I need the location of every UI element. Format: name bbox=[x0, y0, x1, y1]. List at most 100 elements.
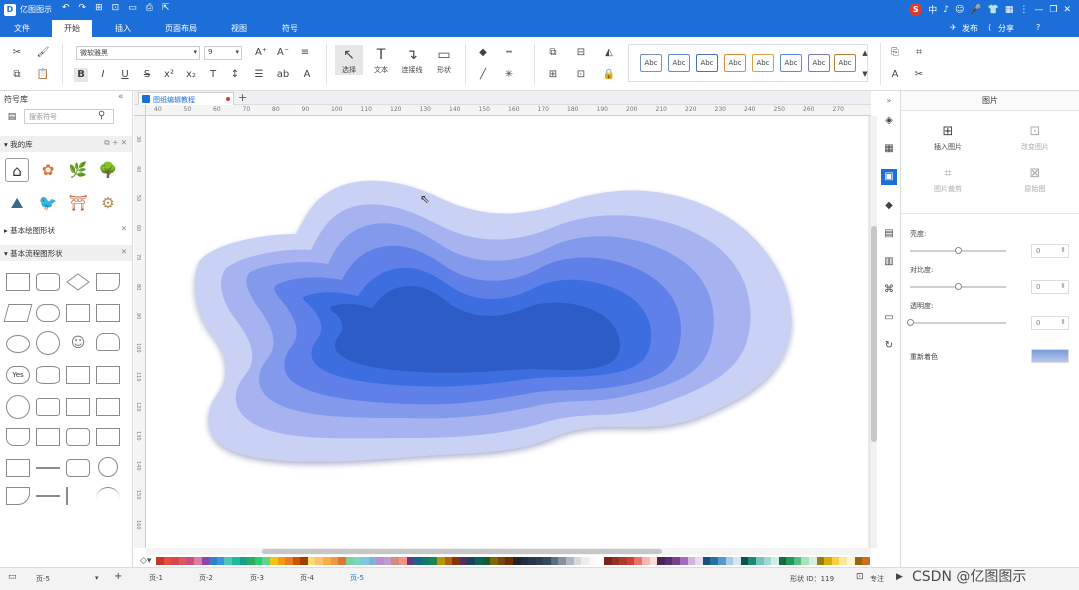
quick-style-2[interactable]: Abc bbox=[668, 54, 690, 72]
ime-toolbox-icon[interactable]: ▦ bbox=[1005, 5, 1014, 15]
collapse-panel-icon[interactable]: « bbox=[118, 92, 124, 102]
undo-icon[interactable]: ↶ bbox=[62, 3, 70, 13]
paste-icon[interactable]: 📋 bbox=[36, 68, 50, 82]
color-swatch[interactable] bbox=[847, 557, 855, 565]
history-panel-icon[interactable]: ↻ bbox=[881, 338, 897, 354]
presentation-panel-icon[interactable]: ▭ bbox=[881, 310, 897, 326]
ime-music-icon[interactable]: ♪ bbox=[943, 5, 949, 15]
color-swatch[interactable] bbox=[459, 557, 468, 565]
flow-manual-op-shape[interactable] bbox=[96, 428, 120, 446]
font-shrink-icon[interactable]: A⁻ bbox=[276, 46, 290, 60]
color-swatch[interactable] bbox=[490, 557, 498, 565]
flow-internal-storage-shape[interactable] bbox=[96, 304, 120, 322]
color-swatch[interactable] bbox=[740, 557, 749, 565]
flow-card-shape[interactable] bbox=[66, 366, 90, 384]
flow-data-shape[interactable] bbox=[3, 304, 33, 322]
category-basic-shapes[interactable]: ▸ 基本绘图形状 ✕ bbox=[0, 222, 132, 238]
color-swatch[interactable] bbox=[778, 557, 787, 565]
color-swatch[interactable] bbox=[535, 557, 544, 565]
color-swatch[interactable] bbox=[763, 557, 772, 565]
save-icon[interactable]: ▭ bbox=[128, 3, 137, 13]
flow-circle-shape[interactable] bbox=[6, 395, 30, 419]
flow-preparation-shape[interactable] bbox=[6, 459, 30, 477]
export-icon[interactable]: ⇱ bbox=[162, 3, 170, 13]
line-color-icon[interactable]: ╱ bbox=[476, 68, 490, 82]
color-swatch[interactable] bbox=[611, 557, 620, 565]
superscript-icon[interactable]: x² bbox=[162, 68, 176, 82]
publish-button[interactable]: 发布 bbox=[962, 23, 978, 34]
color-swatch[interactable] bbox=[505, 557, 513, 565]
quick-style-1[interactable]: Abc bbox=[640, 54, 662, 72]
align-icon[interactable]: ≡ bbox=[298, 46, 312, 60]
transparency-input[interactable]: 0 bbox=[1031, 316, 1069, 330]
page-view-icon[interactable]: ▭ bbox=[8, 572, 17, 582]
underline-icon[interactable]: U bbox=[118, 68, 132, 82]
color-swatch[interactable] bbox=[323, 557, 331, 565]
flow-display-shape[interactable] bbox=[36, 428, 60, 446]
color-swatch[interactable] bbox=[178, 557, 187, 565]
contrast-slider[interactable] bbox=[910, 283, 1006, 290]
color-swatch[interactable] bbox=[695, 557, 703, 565]
color-swatch[interactable] bbox=[725, 557, 734, 565]
color-swatch[interactable] bbox=[307, 557, 316, 565]
color-swatch[interactable] bbox=[664, 557, 673, 565]
color-swatch[interactable] bbox=[831, 557, 840, 565]
color-swatch[interactable] bbox=[186, 557, 194, 565]
minimize-icon[interactable]: — bbox=[1034, 5, 1043, 15]
library-menu-icon[interactable]: ▤ bbox=[5, 110, 19, 124]
search-icon[interactable]: ⚲ bbox=[98, 110, 105, 121]
close-category-icon[interactable]: ✕ bbox=[121, 247, 127, 256]
color-swatch[interactable] bbox=[854, 557, 863, 565]
color-swatch[interactable] bbox=[679, 557, 688, 565]
new-file-icon[interactable]: ⊞ bbox=[95, 3, 103, 13]
flow-process-shape[interactable] bbox=[6, 273, 30, 291]
brightness-input[interactable]: 0 bbox=[1031, 244, 1069, 258]
flow-ellipse-shape[interactable] bbox=[6, 335, 30, 353]
style-scroll-up-icon[interactable]: ▲ bbox=[858, 46, 872, 60]
flow-rounded-shape[interactable] bbox=[66, 459, 90, 477]
color-swatch[interactable] bbox=[482, 557, 491, 565]
font-grow-icon[interactable]: A⁺ bbox=[254, 46, 268, 60]
play-icon[interactable]: ▶ bbox=[896, 572, 903, 582]
change-image-button[interactable]: ⊡ 改变图片 bbox=[1005, 124, 1065, 152]
menu-file[interactable]: 文件 bbox=[14, 23, 30, 34]
color-swatch[interactable] bbox=[300, 557, 308, 565]
color-swatch[interactable] bbox=[543, 557, 551, 565]
color-swatch[interactable] bbox=[786, 557, 794, 565]
page-tab-5[interactable]: 页-5 bbox=[350, 573, 364, 583]
color-swatch[interactable] bbox=[201, 557, 210, 565]
font-color-icon[interactable]: A bbox=[300, 68, 314, 82]
color-swatch[interactable] bbox=[224, 557, 232, 565]
color-swatch[interactable] bbox=[406, 557, 415, 565]
flow-manual-input-shape[interactable] bbox=[66, 398, 90, 416]
menu-insert[interactable]: 插入 bbox=[115, 23, 131, 34]
page-tab-4[interactable]: 页-4 bbox=[300, 573, 314, 583]
color-swatch[interactable] bbox=[292, 557, 301, 565]
help-button[interactable]: ? bbox=[1036, 23, 1040, 32]
distribute-icon[interactable]: ⊡ bbox=[574, 68, 588, 82]
font-family-select[interactable]: 微软雅黑 bbox=[76, 46, 200, 60]
fill-icon[interactable]: ◆ bbox=[476, 46, 490, 60]
transparency-slider[interactable] bbox=[906, 319, 1006, 326]
bold-icon[interactable]: B bbox=[74, 68, 88, 82]
add-tab-icon[interactable]: + bbox=[238, 91, 247, 104]
page-tab-1[interactable]: 页-1 bbox=[149, 573, 163, 583]
color-swatch[interactable] bbox=[619, 557, 627, 565]
flow-yes-shape[interactable]: Yes bbox=[6, 366, 30, 384]
italic-icon[interactable]: I bbox=[96, 68, 110, 82]
page-select[interactable]: 页-5 bbox=[36, 574, 50, 584]
color-swatch[interactable] bbox=[429, 557, 437, 565]
quick-style-7[interactable]: Abc bbox=[808, 54, 830, 72]
fill-panel-icon[interactable]: ◈ bbox=[881, 113, 897, 129]
color-swatch[interactable] bbox=[566, 557, 574, 565]
fill-bucket-icon[interactable]: ◇▾ bbox=[140, 556, 151, 566]
flow-annotation-shape[interactable] bbox=[66, 487, 90, 505]
ime-emoji-icon[interactable]: ☺ bbox=[955, 5, 964, 15]
color-swatch[interactable] bbox=[672, 557, 680, 565]
color-swatch[interactable] bbox=[353, 557, 362, 565]
color-swatch[interactable] bbox=[277, 557, 286, 565]
page-tab-2[interactable]: 页-2 bbox=[199, 573, 213, 583]
color-swatch[interactable] bbox=[338, 557, 346, 565]
text-style-icon[interactable]: ab bbox=[276, 68, 290, 82]
flow-predefined-shape[interactable] bbox=[66, 304, 90, 322]
